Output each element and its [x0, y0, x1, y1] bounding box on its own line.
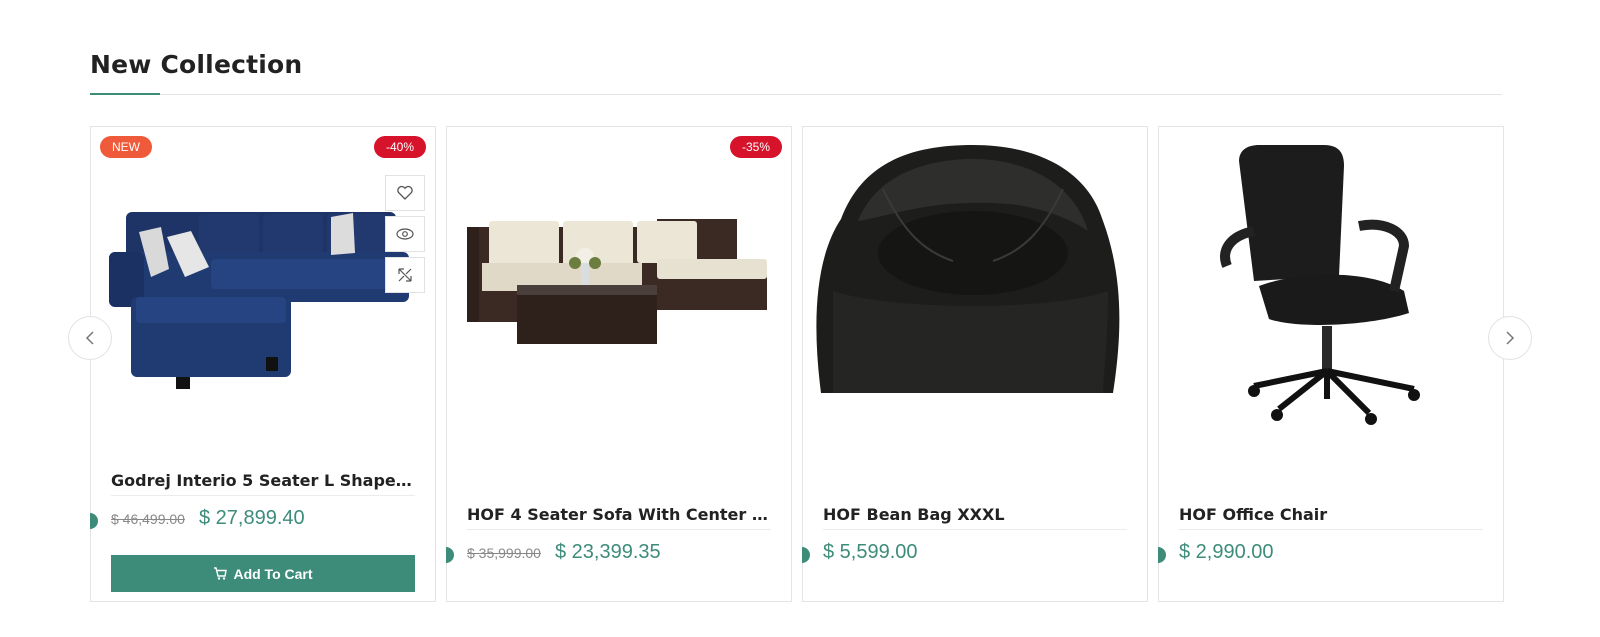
- price-row: $ 46,499.00 $ 27,899.40: [111, 507, 305, 530]
- product-name[interactable]: Godrej Interio 5 Seater L Shape Sofa ...: [111, 471, 415, 490]
- section-title: New Collection: [90, 50, 303, 79]
- sale-price: $ 27,899.40: [198, 507, 305, 529]
- sale-price: $ 2,990.00: [1179, 541, 1274, 563]
- product-name[interactable]: HOF Office Chair: [1179, 505, 1483, 524]
- price-marker: [90, 513, 98, 529]
- chevron-left-icon: [85, 331, 94, 345]
- product-image-sofa-set[interactable]: [447, 197, 793, 367]
- price-row: $ 2,990.00: [1179, 541, 1274, 564]
- wishlist-button[interactable]: [385, 175, 425, 211]
- product-name[interactable]: HOF Bean Bag XXXL: [823, 505, 1127, 524]
- name-divider: [1179, 529, 1483, 530]
- sale-price: $ 23,399.35: [554, 541, 661, 563]
- sale-price: $ 5,599.00: [823, 541, 918, 563]
- product-image-bean-bag[interactable]: [803, 141, 1149, 401]
- cart-icon: [214, 567, 228, 580]
- title-divider: [90, 94, 1502, 95]
- carousel-prev-button[interactable]: [68, 316, 112, 360]
- price-marker: [802, 547, 810, 563]
- name-divider: [823, 529, 1127, 530]
- product-image-office-chair[interactable]: [1159, 141, 1505, 431]
- price-row: $ 5,599.00: [823, 541, 918, 564]
- new-badge: NEW: [100, 136, 152, 158]
- discount-badge: -35%: [729, 136, 782, 158]
- chevron-right-icon: [1506, 331, 1515, 345]
- product-card[interactable]: -35% HOF 4 Seater Sofa With Center Table…: [446, 126, 792, 602]
- name-divider: [467, 529, 771, 530]
- add-to-cart-label: Add To Cart: [233, 565, 313, 582]
- product-card[interactable]: HOF Office Chair $ 2,990.00: [1158, 126, 1504, 602]
- old-price: $ 35,999.00: [467, 545, 541, 561]
- price-row: $ 35,999.00 $ 23,399.35: [467, 541, 661, 564]
- heart-icon: [397, 185, 413, 200]
- old-price: $ 46,499.00: [111, 511, 185, 527]
- compare-icon: [398, 268, 412, 282]
- product-name[interactable]: HOF 4 Seater Sofa With Center Table: [467, 505, 771, 524]
- eye-icon: [396, 228, 414, 240]
- compare-button[interactable]: [385, 257, 425, 293]
- price-marker: [1158, 547, 1166, 563]
- discount-badge: -40%: [373, 136, 426, 158]
- price-marker: [446, 547, 454, 563]
- product-card[interactable]: HOF Bean Bag XXXL $ 5,599.00: [802, 126, 1148, 602]
- title-accent-bar: [90, 93, 160, 95]
- quick-view-button[interactable]: [385, 216, 425, 252]
- add-to-cart-button[interactable]: Add To Cart: [111, 555, 415, 592]
- carousel-next-button[interactable]: [1488, 316, 1532, 360]
- product-card[interactable]: NEW -40% Godrej Interio 5 Seater L Shape…: [90, 126, 436, 602]
- quick-actions: [385, 175, 425, 298]
- name-divider: [111, 495, 415, 496]
